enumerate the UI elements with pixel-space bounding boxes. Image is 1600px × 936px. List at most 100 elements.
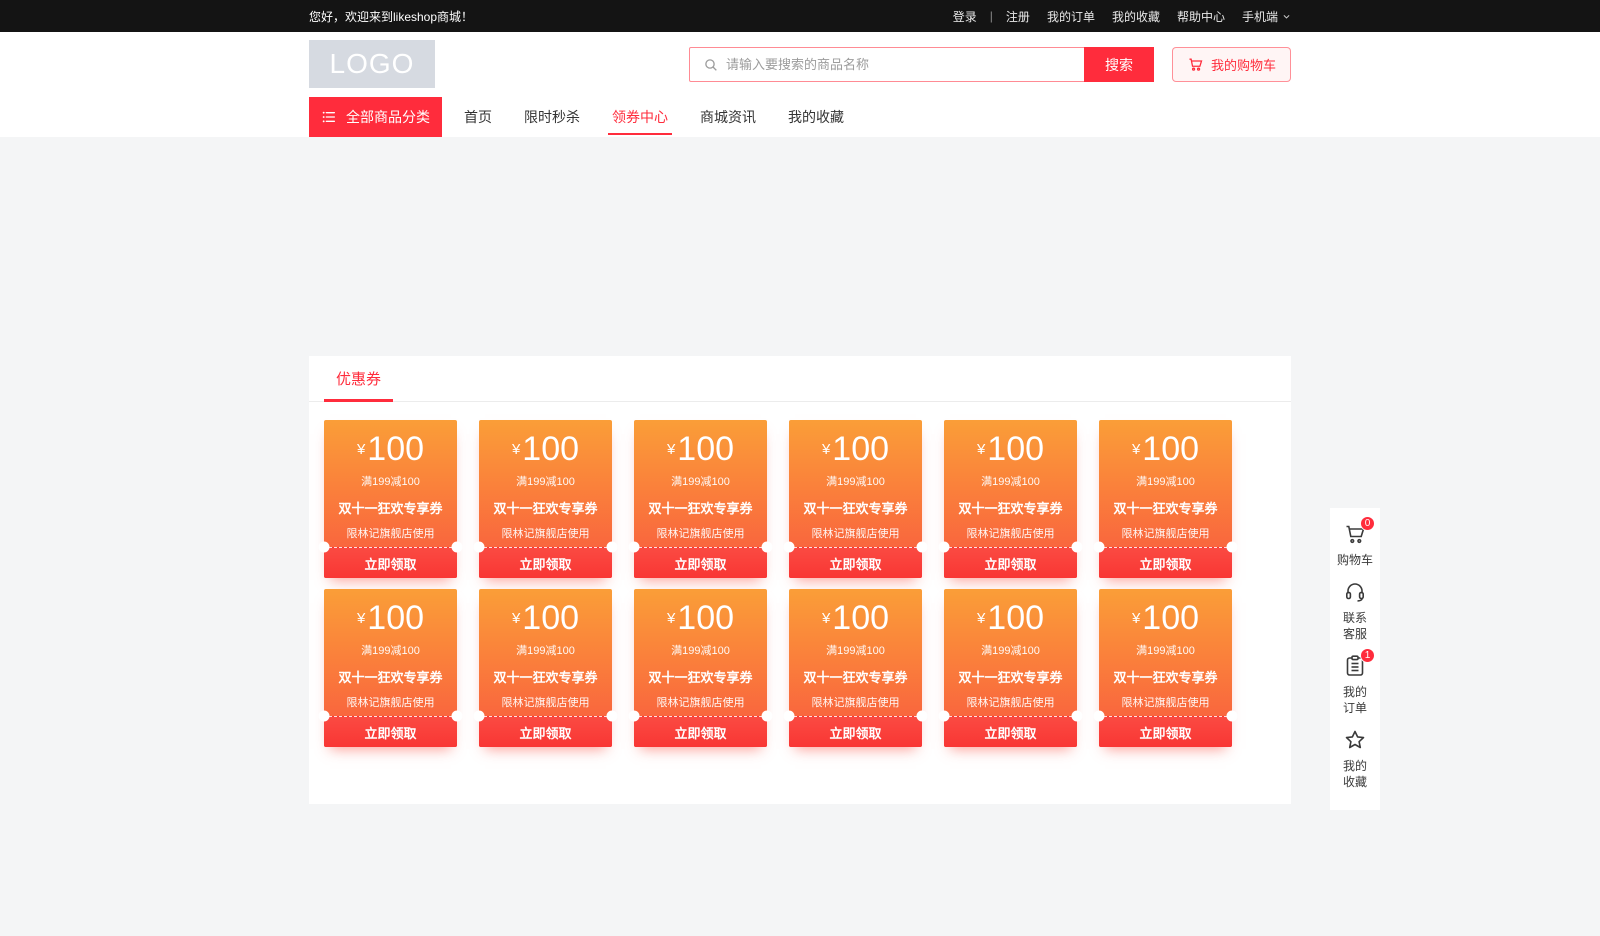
coupon-price: ¥ 100 [1132,432,1199,466]
coupon-grid: ¥ 100 满199减100 双十一狂欢专享券 限林记旗舰店使用 立即领取 ¥ … [309,402,1291,747]
currency-symbol: ¥ [512,442,520,457]
coupon-notch-right [762,711,773,722]
coupon-amount: 100 [987,601,1044,635]
my-favorites-link[interactable]: 我的收藏 [1112,8,1160,25]
claim-coupon-button[interactable]: 立即领取 [634,716,767,747]
search-input[interactable] [690,48,1084,81]
coupon-notch-left [474,711,485,722]
currency-symbol: ¥ [357,442,365,457]
coupon-condition: 满199减100 [361,473,420,489]
currency-symbol: ¥ [977,611,985,626]
currency-symbol: ¥ [822,611,830,626]
topbar: 您好，欢迎来到likeshop商城！ 登录 | 注册 我的订单 我的收藏 帮助中… [0,0,1600,32]
my-orders-link[interactable]: 我的订单 [1047,8,1095,25]
coupon-card: ¥ 100 满199减100 双十一狂欢专享券 限林记旗舰店使用 立即领取 [479,420,612,578]
claim-coupon-button[interactable]: 立即领取 [789,547,922,578]
claim-coupon-label: 立即领取 [984,554,1036,573]
claim-coupon-label: 立即领取 [364,554,416,573]
nav-item-home[interactable]: 首页 [464,97,492,137]
coupon-title: 双十一狂欢专享券 [958,498,1062,517]
welcome-text: 您好，欢迎来到likeshop商城！ [309,8,473,25]
claim-coupon-label: 立即领取 [674,723,726,742]
currency-symbol: ¥ [512,611,520,626]
coupon-amount: 100 [677,432,734,466]
sidebar-item-customer-service[interactable]: 联系客服 [1343,580,1367,642]
sidebar-item-label: 联系客服 [1343,610,1367,642]
coupon-price: ¥ 100 [1132,601,1199,635]
currency-symbol: ¥ [667,442,675,457]
coupon-title: 双十一狂欢专享券 [493,498,597,517]
sidebar-item-my-orders[interactable]: 1 我的订单 [1343,654,1367,716]
nav-item-my-favorites[interactable]: 我的收藏 [788,97,844,137]
coupon-notch-right [452,542,463,553]
claim-coupon-button[interactable]: 立即领取 [324,547,457,578]
claim-coupon-label: 立即领取 [829,723,881,742]
currency-symbol: ¥ [977,442,985,457]
coupon-notch-right [607,542,618,553]
topbar-links: 登录 | 注册 我的订单 我的收藏 帮助中心 手机端 [953,8,1291,25]
coupon-card: ¥ 100 满199减100 双十一狂欢专享券 限林记旗舰店使用 立即领取 [944,589,1077,747]
coupon-notch-right [1227,542,1238,553]
coupon-amount: 100 [522,432,579,466]
all-categories-button[interactable]: 全部商品分类 [309,97,442,137]
claim-coupon-button[interactable]: 立即领取 [1099,547,1232,578]
coupon-condition: 满199减100 [671,473,730,489]
coupon-condition: 满199减100 [826,473,885,489]
nav-item-flash-sale[interactable]: 限时秒杀 [524,97,580,137]
mobile-version-link[interactable]: 手机端 [1242,8,1291,25]
claim-coupon-button[interactable]: 立即领取 [944,547,1077,578]
nav-item-coupon-center[interactable]: 领券中心 [612,97,668,137]
coupon-price: ¥ 100 [822,432,889,466]
sidebar-item-label: 我的订单 [1343,684,1367,716]
coupon-card: ¥ 100 满199减100 双十一狂欢专享券 限林记旗舰店使用 立即领取 [634,420,767,578]
coupon-title: 双十一狂欢专享券 [958,667,1062,686]
currency-symbol: ¥ [667,611,675,626]
coupon-title: 双十一狂欢专享券 [493,667,597,686]
claim-coupon-label: 立即领取 [519,723,571,742]
register-link[interactable]: 注册 [1006,8,1030,25]
my-cart-button[interactable]: 我的购物车 [1172,47,1291,82]
coupon-price: ¥ 100 [977,601,1044,635]
coupon-price: ¥ 100 [512,432,579,466]
star-icon [1343,728,1367,752]
coupon-amount: 100 [367,432,424,466]
logo[interactable]: LOGO [309,40,435,88]
coupon-scope: 限林记旗舰店使用 [967,525,1055,541]
claim-coupon-button[interactable]: 立即领取 [1099,716,1232,747]
claim-coupon-button[interactable]: 立即领取 [944,716,1077,747]
coupon-price: ¥ 100 [977,432,1044,466]
claim-coupon-button[interactable]: 立即领取 [789,716,922,747]
nav-item-mall-news[interactable]: 商城资讯 [700,97,756,137]
coupon-amount: 100 [1142,432,1199,466]
search-button[interactable]: 搜索 [1084,47,1154,82]
currency-symbol: ¥ [357,611,365,626]
coupon-price: ¥ 100 [512,601,579,635]
cart-icon [1187,56,1204,73]
coupon-title: 双十一狂欢专享券 [1113,667,1217,686]
coupon-notch-right [762,542,773,553]
claim-coupon-button[interactable]: 立即领取 [634,547,767,578]
sidebar-item-cart[interactable]: 0 购物车 [1337,522,1373,568]
coupon-amount: 100 [522,601,579,635]
coupon-condition: 满199减100 [1136,473,1195,489]
coupon-amount: 100 [832,432,889,466]
coupon-card: ¥ 100 满199减100 双十一狂欢专享券 限林记旗舰店使用 立即领取 [944,420,1077,578]
coupon-title: 双十一狂欢专享券 [803,667,907,686]
sidebar-item-my-favorites[interactable]: 我的收藏 [1343,728,1367,790]
coupon-notch-right [917,542,928,553]
help-center-link[interactable]: 帮助中心 [1177,8,1225,25]
coupon-scope: 限林记旗舰店使用 [1122,525,1210,541]
coupon-scope: 限林记旗舰店使用 [657,525,745,541]
claim-coupon-button[interactable]: 立即领取 [324,716,457,747]
claim-coupon-label: 立即领取 [674,554,726,573]
coupon-notch-right [1072,711,1083,722]
claim-coupon-button[interactable]: 立即领取 [479,716,612,747]
coupon-amount: 100 [832,601,889,635]
coupon-title: 双十一狂欢专享券 [338,498,442,517]
coupon-card: ¥ 100 满199减100 双十一狂欢专享券 限林记旗舰店使用 立即领取 [1099,589,1232,747]
tab-coupons[interactable]: 优惠券 [324,356,393,401]
coupon-card: ¥ 100 满199减100 双十一狂欢专享券 限林记旗舰店使用 立即领取 [324,589,457,747]
claim-coupon-button[interactable]: 立即领取 [479,547,612,578]
coupon-condition: 满199减100 [516,642,575,658]
login-link[interactable]: 登录 [953,8,977,25]
